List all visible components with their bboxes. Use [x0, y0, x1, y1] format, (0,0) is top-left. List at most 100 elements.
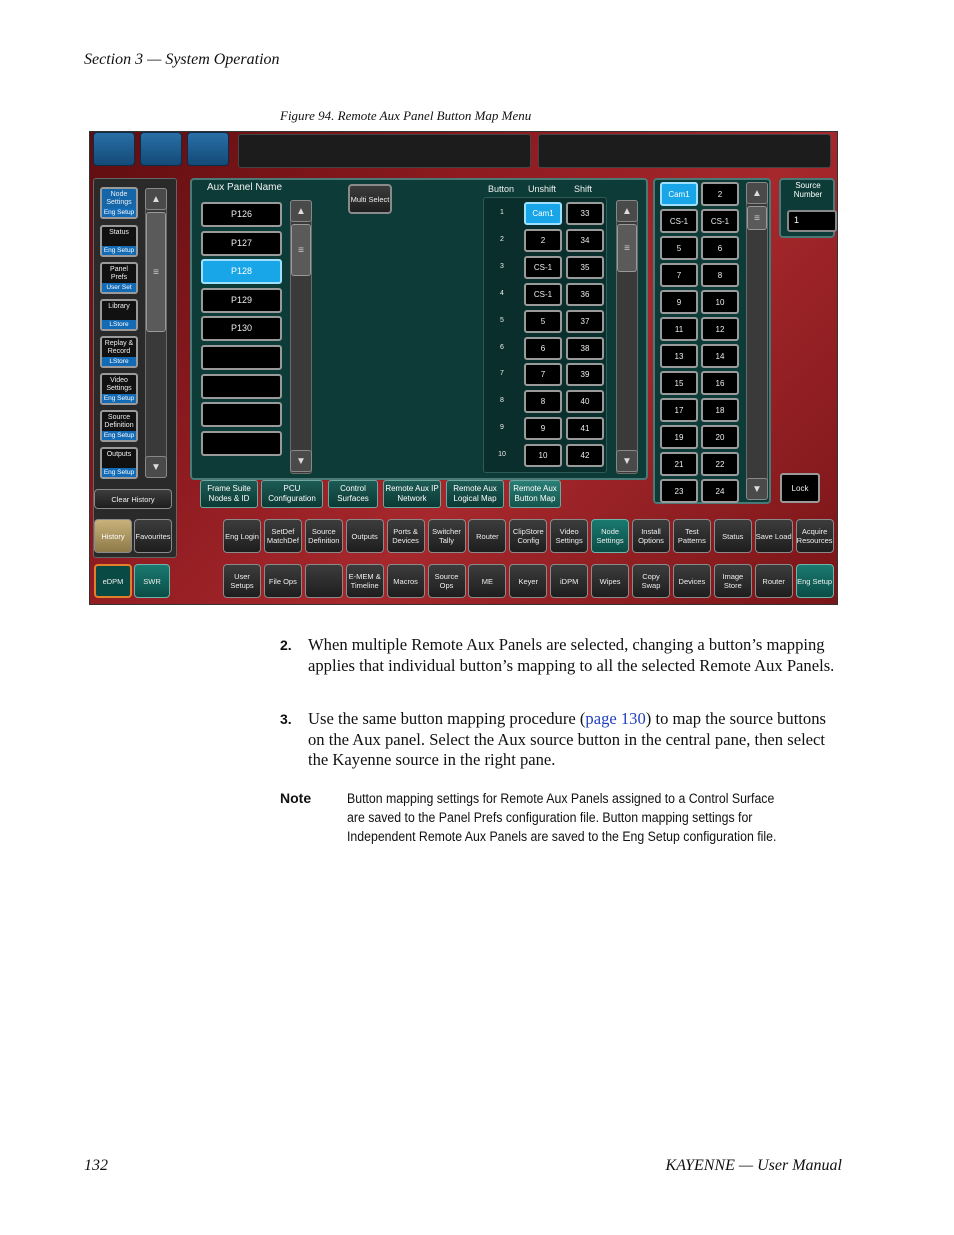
- sidebar-item[interactable]: Outputs Eng Setup: [100, 447, 138, 479]
- clear-history-button[interactable]: Clear History: [94, 489, 172, 509]
- source-button[interactable]: 22: [701, 452, 739, 476]
- sidebar-item[interactable]: Library LStore: [100, 299, 138, 331]
- history-button[interactable]: History: [94, 519, 132, 553]
- source-scroll-up-icon[interactable]: ▲: [746, 182, 768, 204]
- menu-button[interactable]: Source Ops: [427, 564, 466, 598]
- swr-button[interactable]: SWR: [134, 564, 170, 598]
- source-button[interactable]: 24: [701, 479, 739, 503]
- subtab[interactable]: Remote Aux Logical Map: [446, 480, 504, 508]
- menu-button[interactable]: Source Definition: [304, 519, 343, 553]
- sidebar-item[interactable]: Replay & Record LStore: [100, 336, 138, 368]
- menu-button[interactable]: Image Store: [713, 564, 752, 598]
- source-button[interactable]: Cam1: [660, 182, 698, 206]
- menu-button[interactable]: Test Patterns: [672, 519, 711, 553]
- source-button[interactable]: 2: [701, 182, 739, 206]
- source-button[interactable]: 23: [660, 479, 698, 503]
- shift-source-button[interactable]: 41: [566, 417, 604, 441]
- source-button[interactable]: 14: [701, 344, 739, 368]
- shift-source-button[interactable]: 37: [566, 309, 604, 333]
- sidebar-item[interactable]: Panel Prefs User Set: [100, 262, 138, 294]
- subtab[interactable]: Frame Suite Nodes & ID: [200, 480, 258, 508]
- map-scroll-thumb[interactable]: ≡: [617, 224, 637, 272]
- top-tab-3[interactable]: [187, 132, 229, 166]
- unshift-source-button[interactable]: Cam1: [524, 202, 562, 225]
- subtab[interactable]: PCU Configuration: [261, 480, 323, 508]
- source-button[interactable]: 9: [660, 290, 698, 314]
- source-button[interactable]: 10: [701, 290, 739, 314]
- source-button[interactable]: 7: [660, 263, 698, 287]
- sidebar-scroll-down-icon[interactable]: ▼: [145, 456, 167, 478]
- unshift-source-button[interactable]: 5: [524, 309, 562, 333]
- aux-panel-item[interactable]: [201, 345, 282, 370]
- subtab[interactable]: Remote Aux Button Map: [509, 480, 561, 508]
- menu-button[interactable]: [304, 564, 343, 598]
- shift-source-button[interactable]: 38: [566, 336, 604, 360]
- menu-button[interactable]: Eng Setup: [795, 564, 834, 598]
- aux-panel-item[interactable]: P126: [201, 202, 282, 227]
- multi-select-button[interactable]: Multi Select: [348, 184, 392, 214]
- top-tab-1[interactable]: [93, 132, 135, 166]
- shift-source-button[interactable]: 42: [566, 444, 604, 468]
- unshift-source-button[interactable]: 9: [524, 417, 562, 441]
- source-button[interactable]: CS-1: [701, 209, 739, 233]
- unshift-source-button[interactable]: CS-1: [524, 282, 562, 306]
- menu-button[interactable]: Macros: [386, 564, 425, 598]
- subtab[interactable]: Control Surfaces: [328, 480, 378, 508]
- aux-panel-item[interactable]: [201, 402, 282, 428]
- source-button[interactable]: 19: [660, 425, 698, 449]
- subtab[interactable]: Remote Aux IP Network: [383, 480, 441, 508]
- source-button[interactable]: 17: [660, 398, 698, 422]
- aux-scroll-thumb[interactable]: ≡: [291, 224, 311, 276]
- aux-scroll-down-icon[interactable]: ▼: [290, 450, 312, 472]
- menu-button[interactable]: Router: [468, 519, 507, 553]
- source-button[interactable]: 11: [660, 317, 698, 341]
- page-130-link[interactable]: page 130: [585, 709, 645, 728]
- source-button[interactable]: CS-1: [660, 209, 698, 233]
- shift-source-button[interactable]: 40: [566, 390, 604, 414]
- source-button[interactable]: 12: [701, 317, 739, 341]
- source-number-field[interactable]: 1: [787, 210, 837, 232]
- source-button[interactable]: 21: [660, 452, 698, 476]
- sidebar-item[interactable]: Video Settings Eng Setup: [100, 373, 138, 405]
- aux-panel-item[interactable]: [201, 373, 282, 399]
- aux-panel-item[interactable]: P129: [201, 287, 282, 313]
- menu-button[interactable]: Router: [754, 564, 793, 598]
- menu-button[interactable]: Copy Swap: [632, 564, 670, 598]
- menu-button[interactable]: User Setups: [223, 564, 261, 598]
- shift-source-button[interactable]: 36: [566, 282, 604, 306]
- map-scroll-up-icon[interactable]: ▲: [616, 200, 638, 222]
- source-scroll-down-icon[interactable]: ▼: [746, 478, 768, 500]
- unshift-source-button[interactable]: 6: [524, 336, 562, 360]
- shift-source-button[interactable]: 35: [566, 255, 604, 279]
- menu-button[interactable]: Video Settings: [550, 519, 589, 553]
- source-button[interactable]: 8: [701, 263, 739, 287]
- shift-source-button[interactable]: 33: [566, 202, 604, 225]
- menu-button[interactable]: ClipStore Config: [509, 519, 548, 553]
- edpm-button[interactable]: eDPM: [94, 564, 132, 598]
- menu-button[interactable]: Devices: [672, 564, 711, 598]
- sidebar-item[interactable]: Source Definition Eng Setup: [100, 410, 138, 442]
- favourites-button[interactable]: Favourites: [134, 519, 172, 553]
- menu-button[interactable]: Status: [713, 519, 752, 553]
- menu-button[interactable]: Ports & Devices: [386, 519, 425, 553]
- menu-button[interactable]: Save Load: [754, 519, 793, 553]
- menu-button[interactable]: Switcher Tally: [427, 519, 466, 553]
- source-scroll-thumb[interactable]: ≡: [747, 206, 767, 230]
- source-button[interactable]: 5: [660, 236, 698, 260]
- sidebar-item[interactable]: Status Eng Setup: [100, 225, 138, 257]
- menu-button[interactable]: SetDef MatchDef: [263, 519, 302, 553]
- unshift-source-button[interactable]: 7: [524, 363, 562, 387]
- top-tab-2[interactable]: [140, 132, 182, 166]
- aux-panel-item[interactable]: P128: [201, 259, 282, 285]
- menu-button[interactable]: Acquire Resources: [795, 519, 834, 553]
- menu-button[interactable]: Eng Login: [223, 519, 261, 553]
- source-button[interactable]: 16: [701, 371, 739, 395]
- aux-panel-item[interactable]: P130: [201, 316, 282, 342]
- menu-button[interactable]: Node Settings: [591, 519, 630, 553]
- menu-button[interactable]: Install Options: [632, 519, 670, 553]
- aux-scroll-up-icon[interactable]: ▲: [290, 200, 312, 222]
- unshift-source-button[interactable]: 8: [524, 390, 562, 414]
- source-button[interactable]: 13: [660, 344, 698, 368]
- menu-button[interactable]: File Ops: [263, 564, 302, 598]
- sidebar-scroll-thumb[interactable]: ≡: [146, 212, 166, 332]
